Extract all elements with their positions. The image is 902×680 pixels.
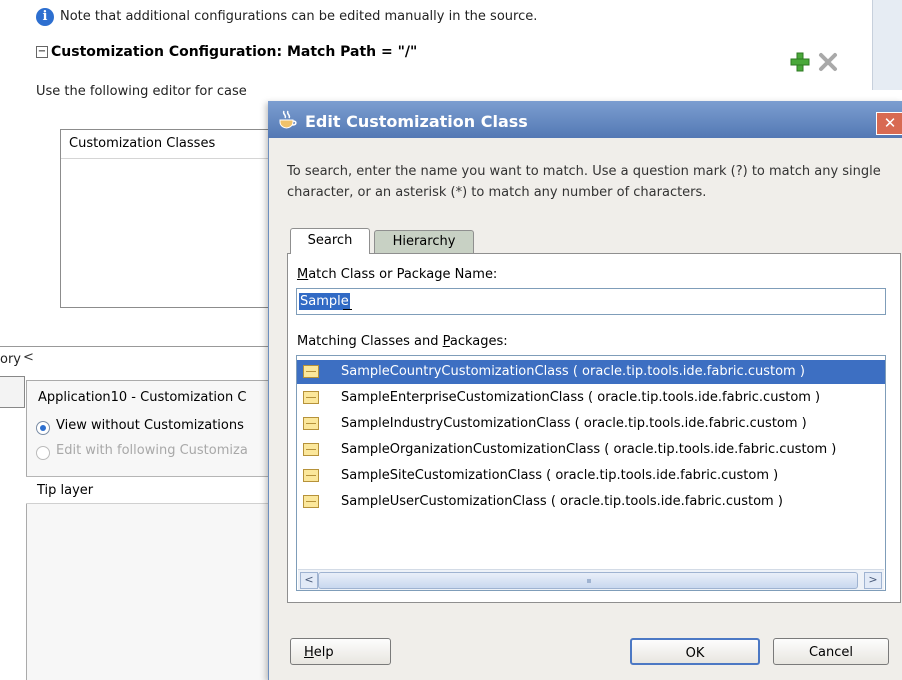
scroll-left-icon[interactable]: < [23, 350, 34, 365]
list-item[interactable]: SampleOrganizationCustomizationClass ( o… [297, 438, 885, 462]
java-cup-icon [279, 110, 297, 129]
tab-hierarchy[interactable]: Hierarchy [374, 230, 474, 253]
horizontal-scrollbar[interactable]: < > [298, 569, 884, 590]
tab-fragment[interactable]: ory [0, 352, 21, 367]
section-title: Customization Configuration: Match Path … [51, 44, 418, 60]
tab-search[interactable]: Search [290, 228, 370, 254]
right-scroll-strip [872, 0, 902, 90]
class-icon [303, 365, 319, 378]
close-icon[interactable]: ✕ [876, 112, 902, 135]
add-icon[interactable] [790, 52, 810, 72]
classes-column-header: Customization Classes [61, 130, 291, 159]
scroll-thumb[interactable] [318, 572, 858, 589]
edit-with-radio[interactable] [36, 446, 50, 460]
info-note: Note that additional configurations can … [60, 9, 538, 24]
dialog-title: Edit Customization Class [305, 112, 528, 131]
application-title: Application10 - Customization C [38, 390, 247, 405]
section-header[interactable]: − Customization Configuration: Match Path… [36, 44, 417, 60]
matching-classes-label: Matching Classes and Packages: [297, 334, 508, 349]
editor-hint: Use the following editor for case [36, 84, 247, 99]
scroll-left-icon[interactable]: < [300, 572, 318, 589]
list-item[interactable]: SampleUserCustomizationClass ( oracle.ti… [297, 490, 885, 514]
class-icon [303, 469, 319, 482]
collapse-icon[interactable]: − [36, 46, 48, 58]
list-item[interactable]: SampleEnterpriseCustomizationClass ( ora… [297, 386, 885, 410]
scroll-right-icon[interactable]: > [864, 572, 882, 589]
edit-with-label: Edit with following Customiza [56, 443, 248, 458]
text-caret [343, 297, 352, 310]
class-icon [303, 417, 319, 430]
dialog-instructions: To search, enter the name you want to ma… [287, 164, 881, 200]
info-icon: i [36, 8, 54, 26]
class-icon [303, 495, 319, 508]
tip-layer-label: Tip layer [37, 483, 94, 498]
customization-classes-list[interactable]: Customization Classes [60, 129, 292, 308]
list-item[interactable]: SampleIndustryCustomizationClass ( oracl… [297, 412, 885, 436]
cancel-button[interactable]: Cancel [773, 638, 889, 665]
view-without-radio[interactable] [36, 421, 50, 435]
view-without-label: View without Customizations [56, 418, 244, 433]
help-button[interactable]: Help [290, 638, 391, 665]
grip-icon [587, 579, 591, 583]
class-icon [303, 391, 319, 404]
delete-icon[interactable] [818, 52, 838, 72]
match-class-label: Match Class or Package Name: [297, 267, 498, 282]
list-item[interactable]: SampleCountryCustomizationClass ( oracle… [297, 360, 885, 384]
matching-classes-list[interactable]: SampleCountryCustomizationClass ( oracle… [296, 355, 886, 591]
side-tab[interactable] [0, 376, 25, 408]
list-item[interactable]: SampleSiteCustomizationClass ( oracle.ti… [297, 464, 885, 488]
ok-button[interactable]: OK [630, 638, 760, 665]
class-icon [303, 443, 319, 456]
match-class-input[interactable] [296, 288, 886, 315]
